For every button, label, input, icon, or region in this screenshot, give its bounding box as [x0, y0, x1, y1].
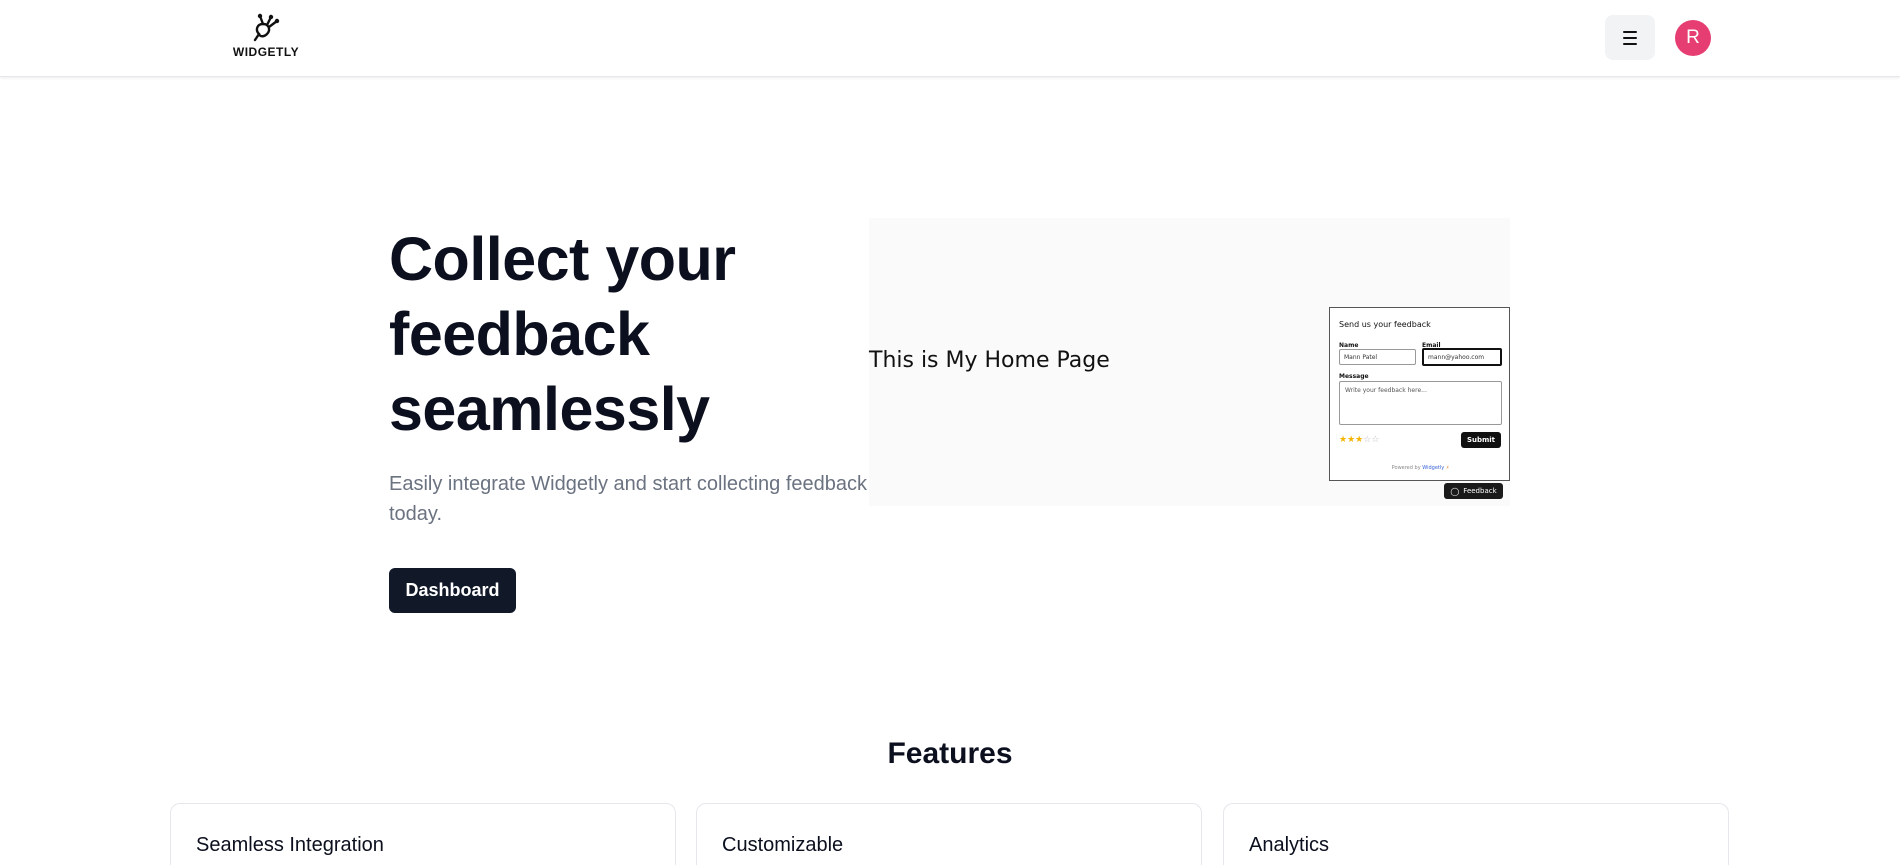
menu-button[interactable]	[1605, 15, 1655, 60]
menu-icon	[1623, 29, 1637, 47]
feature-card: Seamless Integration	[170, 803, 676, 865]
star-icon[interactable]: ★	[1347, 435, 1355, 445]
logo-text: WIDGETLY	[232, 45, 300, 59]
powered-brand-link[interactable]: Widgetly	[1422, 465, 1444, 471]
user-avatar[interactable]: R	[1675, 20, 1711, 56]
feature-card: Analytics	[1223, 803, 1729, 865]
name-label: Name	[1339, 342, 1359, 349]
powered-prefix: Powered by	[1391, 465, 1421, 471]
chat-icon: ◯	[1450, 486, 1460, 496]
features-heading: Features	[887, 737, 1013, 770]
star-rating[interactable]: ★★★☆☆	[1339, 435, 1379, 445]
preview-home-text: This is My Home Page	[869, 348, 1110, 373]
email-field[interactable]: mann@yahoo.com	[1422, 348, 1502, 366]
dashboard-button[interactable]: Dashboard	[389, 568, 516, 613]
hero-title-line: seamlessly	[389, 375, 710, 443]
hero-title-line: feedback	[389, 300, 650, 368]
star-icon[interactable]: ★	[1339, 435, 1347, 445]
message-field[interactable]: Write your feedback here...	[1339, 381, 1502, 425]
hero-title: Collect your feedback seamlessly	[389, 222, 849, 447]
feedback-button-label: Feedback	[1463, 487, 1497, 495]
powered-by: Powered by Widgetly ⚡	[1330, 465, 1511, 471]
hero-title-line: Collect your	[389, 225, 736, 293]
widgetly-logo-icon	[253, 13, 280, 42]
feature-card: Customizable	[696, 803, 1202, 865]
name-field[interactable]: Mann Patel	[1339, 349, 1416, 365]
widgetly-logo[interactable]: WIDGETLY	[226, 12, 306, 62]
bolt-icon: ⚡	[1445, 465, 1450, 471]
feedback-button[interactable]: ◯ Feedback	[1444, 483, 1503, 499]
feature-card-title: Analytics	[1249, 834, 1330, 856]
feature-card-title: Seamless Integration	[196, 834, 384, 856]
feature-card-title: Customizable	[722, 834, 844, 856]
star-icon[interactable]: ☆	[1371, 435, 1379, 445]
feedback-widget: Send us your feedback Name Mann Patel Em…	[1329, 307, 1510, 481]
message-label: Message	[1339, 373, 1369, 380]
hero-subtitle: Easily integrate Widgetly and start coll…	[389, 473, 868, 525]
top-navbar: WIDGETLY R	[0, 0, 1900, 77]
widget-title: Send us your feedback	[1339, 320, 1431, 329]
submit-button[interactable]: Submit	[1461, 432, 1501, 448]
